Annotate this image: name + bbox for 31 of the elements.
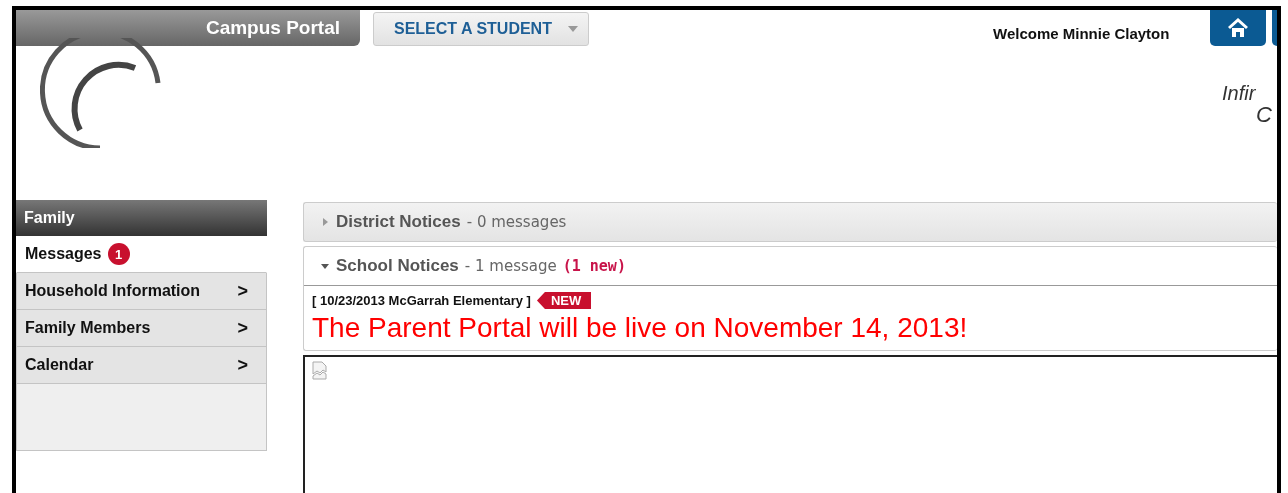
chevron-icon: > (237, 280, 248, 302)
message-text: The Parent Portal will be live on November 14, 2013! (312, 312, 969, 344)
sidebar-item[interactable]: Family Members > (16, 310, 267, 347)
brand-text: C (1256, 104, 1272, 126)
portal-title: Campus Portal (205, 17, 340, 39)
student-select[interactable]: SELECT A STUDENT (373, 12, 589, 46)
home-icon (1227, 18, 1249, 38)
sidebar-item[interactable]: Household Information > (16, 273, 267, 310)
home-button[interactable] (1210, 10, 1266, 46)
message-count: - 1 message (464, 257, 557, 275)
chevron-icon: > (237, 354, 248, 376)
caret-icon (567, 26, 578, 32)
notice-title: School Notices (336, 256, 459, 276)
welcome-text: Welcome Minnie Clayton (993, 25, 1170, 42)
count-badge: 1 (107, 243, 130, 265)
notice-header[interactable]: District Notices - 0 messages (304, 203, 1277, 241)
sidebar-item-label: Household Information (25, 282, 201, 300)
new-tag: NEW (536, 292, 592, 309)
sidebar-item-label: Messages (25, 245, 102, 263)
message-count: - 0 messages (466, 213, 567, 231)
message-source: [ 10/23/2013 McGarrah Elementary ] (312, 293, 531, 308)
sidebar-heading: Family (16, 200, 267, 236)
brand-text: Infir (1222, 82, 1256, 104)
sidebar-item-label: Family Members (25, 319, 151, 337)
new-count: (1 new) (562, 257, 626, 275)
chevron-icon: > (237, 317, 248, 339)
broken-image-icon (311, 361, 329, 381)
sidebar-item[interactable]: Calendar > (16, 347, 267, 384)
notice-title: District Notices (336, 212, 461, 232)
notice-header[interactable]: School Notices - 1 message (1 new) (304, 247, 1277, 286)
sidebar-item-label: Calendar (25, 356, 94, 374)
